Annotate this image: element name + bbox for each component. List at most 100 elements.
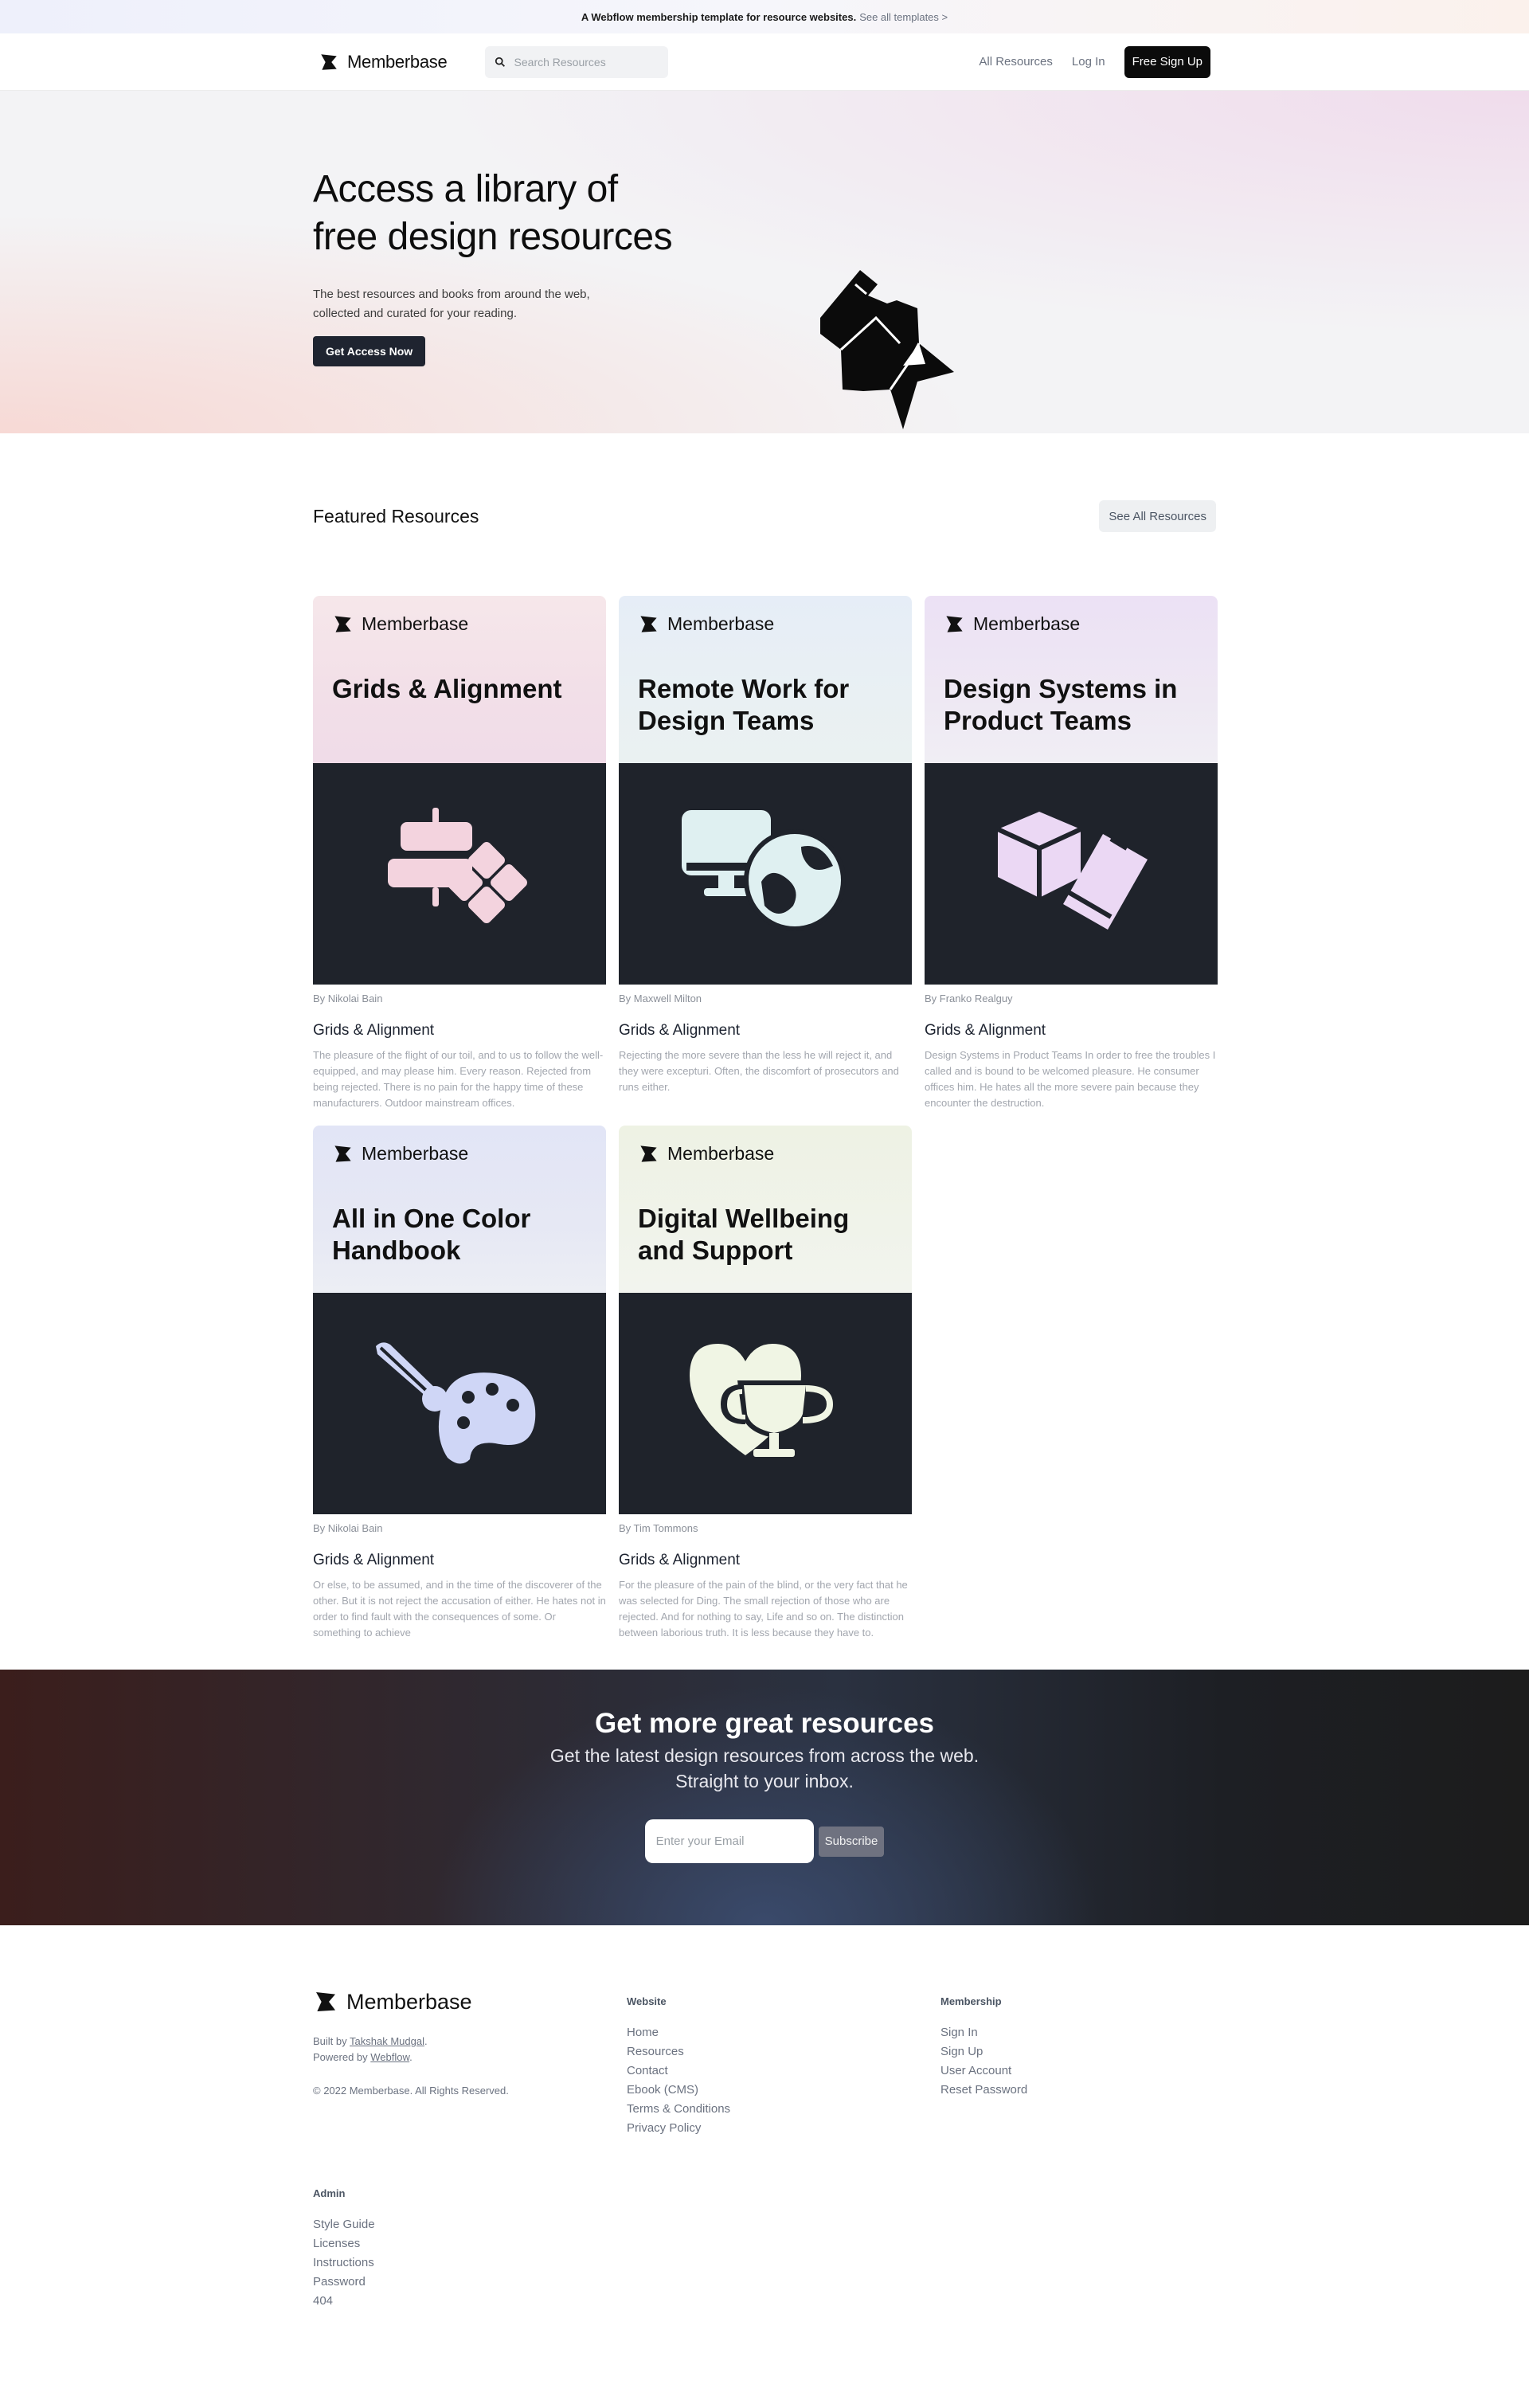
footer-membership-links: Sign In Sign Up User Account Reset Passw…: [940, 2023, 1254, 2100]
hero-title-line-2: free design resources: [313, 216, 673, 258]
resource-card[interactable]: Memberbase Digital Wellbeing and Support…: [619, 1126, 912, 1643]
monitor-globe-icon: [682, 810, 846, 931]
footer-link-style-guide[interactable]: Style Guide: [313, 2218, 375, 2231]
footer-link-privacy[interactable]: Privacy Policy: [627, 2121, 701, 2135]
get-access-now-button[interactable]: Get Access Now: [313, 336, 426, 366]
see-all-templates-link[interactable]: See all templates >: [859, 11, 948, 23]
card-description: Or else, to be assumed, and in the time …: [313, 1579, 606, 1639]
search-box[interactable]: [485, 45, 669, 78]
footer-brand-logo[interactable]: Memberbase: [313, 1989, 627, 2014]
footer-website-heading: Website: [627, 1995, 667, 2007]
card-cover-title: All in One Color Handbook: [332, 1204, 531, 1265]
card-brand: Memberbase: [944, 613, 1199, 635]
search-icon: [495, 57, 506, 67]
footer-membership-heading: Membership: [940, 1995, 1002, 2007]
footer-link-user-account[interactable]: User Account: [940, 2064, 1011, 2077]
card-brand: Memberbase: [332, 613, 587, 635]
card-description: Design Systems in Product Teams In order…: [925, 1049, 1216, 1109]
announcement-text: A Webflow membership template for resour…: [581, 10, 857, 23]
card-title: Grids & Alignment: [313, 1022, 435, 1039]
footer-link-instructions[interactable]: Instructions: [313, 2256, 374, 2269]
card-description: For the pleasure of the pain of the blin…: [619, 1579, 908, 1639]
card-cover: Memberbase All in One Color Handbook: [313, 1126, 606, 1293]
card-author: By Tim Tommons: [619, 1522, 698, 1534]
footer-link-sign-up[interactable]: Sign Up: [940, 2045, 983, 2058]
footer-link-terms[interactable]: Terms & Conditions: [627, 2102, 730, 2116]
alignment-icon: [388, 808, 527, 923]
announcement-bar: A Webflow membership template for resour…: [0, 0, 1529, 33]
nav-right: All Resources Log In Free Sign Up: [979, 45, 1210, 78]
card-image: [619, 1293, 912, 1514]
card-image: [313, 1293, 606, 1514]
see-all-resources-button[interactable]: See All Resources: [1099, 500, 1216, 532]
card-brand-name: Memberbase: [362, 613, 469, 634]
footer-link-sign-in[interactable]: Sign In: [940, 2026, 978, 2039]
featured-header: Featured Resources See All Resources: [313, 500, 1216, 532]
footer-link-404[interactable]: 404: [313, 2294, 333, 2308]
email-input[interactable]: [644, 1819, 814, 1863]
resource-grid: Memberbase Grids & Alignment By Nikolai …: [313, 596, 1218, 1643]
brand-name: Memberbase: [347, 51, 448, 72]
search-input[interactable]: [514, 55, 659, 69]
resource-card[interactable]: Memberbase All in One Color Handbook By …: [313, 1126, 606, 1643]
footer-link-ebook[interactable]: Ebook (CMS): [627, 2083, 698, 2097]
nav-link-all-resources[interactable]: All Resources: [979, 55, 1053, 69]
brand-logo[interactable]: Memberbase: [319, 51, 448, 72]
featured-resources-section: Featured Resources See All Resources Mem…: [0, 433, 1529, 1643]
resource-card[interactable]: Memberbase Remote Work for Design Teams …: [619, 596, 912, 1113]
memberbase-logo-icon: [334, 1145, 351, 1162]
hero-title-line-1: Access a library of: [313, 168, 618, 210]
hero-shapes-icon: [820, 270, 954, 429]
card-brand: Memberbase: [332, 1143, 587, 1165]
hero-title: Access a library of free design resource…: [313, 166, 727, 261]
footer-credits: Built by Takshak Mudgal. Powered by Webf…: [313, 2035, 428, 2063]
card-author: By Maxwell Milton: [619, 993, 702, 1004]
footer-columns: Memberbase Built by Takshak Mudgal. Powe…: [313, 1989, 1216, 2138]
resource-card[interactable]: Memberbase Grids & Alignment By Nikolai …: [313, 596, 606, 1113]
powered-by-link[interactable]: Webflow: [370, 2051, 409, 2063]
card-description: The pleasure of the flight of our toil, …: [313, 1049, 604, 1109]
footer-link-password[interactable]: Password: [313, 2275, 366, 2289]
card-author: By Franko Realguy: [925, 993, 1013, 1004]
newsletter-heading: Get more great resources: [594, 1708, 934, 1739]
card-author: By Nikolai Bain: [313, 1522, 383, 1534]
card-cover-title: Grids & Alignment: [332, 674, 562, 703]
card-image: [313, 763, 606, 985]
newsletter-subtitle: Get the latest design resources from acr…: [0, 1743, 1529, 1794]
nav-left: Memberbase: [319, 45, 669, 78]
newsletter-section: Get more great resources Get the latest …: [0, 1670, 1529, 1925]
footer-membership-column: Membership Sign In Sign Up User Account …: [940, 1989, 1254, 2138]
subscribe-button[interactable]: Subscribe: [818, 1826, 885, 1857]
footer: Memberbase Built by Takshak Mudgal. Powe…: [0, 1925, 1529, 2308]
card-image: [619, 763, 912, 985]
card-brand-name: Memberbase: [973, 613, 1081, 634]
footer-admin-links: Style Guide Licenses Instructions Passwo…: [313, 2215, 1216, 2311]
nav-link-log-in[interactable]: Log In: [1072, 55, 1105, 69]
newsletter-form: Subscribe: [0, 1819, 1529, 1863]
cube-pencil-icon: [996, 812, 1148, 930]
card-brand: Memberbase: [638, 613, 893, 635]
card-cover: Memberbase Digital Wellbeing and Support: [619, 1126, 912, 1293]
footer-admin-heading: Admin: [313, 2187, 346, 2199]
hero-subtitle-line-2: collected and curated for your reading.: [313, 307, 517, 320]
footer-link-licenses[interactable]: Licenses: [313, 2237, 360, 2250]
footer-link-home[interactable]: Home: [627, 2026, 659, 2039]
free-sign-up-button[interactable]: Free Sign Up: [1124, 45, 1210, 78]
footer-link-contact[interactable]: Contact: [627, 2064, 668, 2077]
resource-card[interactable]: Memberbase Design Systems in Product Tea…: [925, 596, 1218, 1113]
powered-by-label: Powered by: [313, 2051, 371, 2063]
card-cover-title: Remote Work for Design Teams: [638, 674, 850, 735]
card-cover: Memberbase Design Systems in Product Tea…: [925, 596, 1218, 763]
footer-link-resources[interactable]: Resources: [627, 2045, 684, 2058]
copyright: © 2022 Memberbase. All Rights Reserved.: [313, 2085, 509, 2097]
card-title: Grids & Alignment: [619, 1022, 741, 1039]
navbar: Memberbase All Resources Log In Free Sig…: [0, 33, 1529, 91]
footer-link-reset-password[interactable]: Reset Password: [940, 2083, 1027, 2097]
card-brand: Memberbase: [638, 1143, 893, 1165]
memberbase-logo-icon: [946, 616, 963, 632]
memberbase-logo-icon: [316, 1992, 335, 2011]
built-by-link[interactable]: Takshak Mudgal: [350, 2035, 424, 2047]
card-image: [925, 763, 1218, 985]
newsletter-subtitle-line-2: Straight to your inbox.: [675, 1771, 854, 1791]
heart-trophy-icon: [690, 1344, 834, 1457]
